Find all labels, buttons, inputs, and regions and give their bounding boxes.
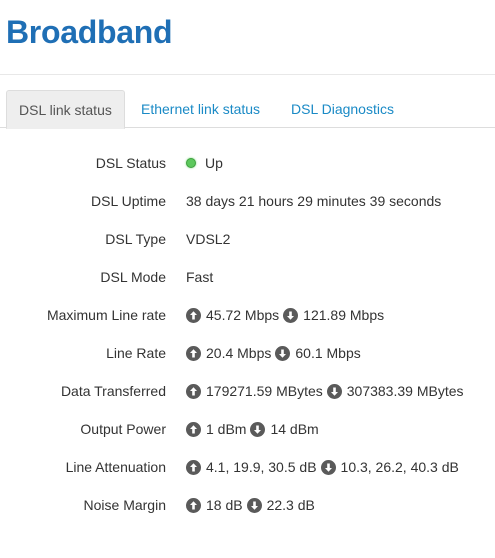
row-max-line-rate: Maximum Line rate 45.72 Mbps 121.89 Mbps	[0, 304, 495, 326]
label-dsl-uptime: DSL Uptime	[91, 193, 166, 209]
label-line-rate: Line Rate	[106, 345, 166, 361]
value-output-power: 1 dBm 14 dBm	[186, 418, 319, 440]
data-transferred-up: 179271.59 MBytes	[206, 383, 323, 399]
label-dsl-type: DSL Type	[105, 231, 166, 247]
value-dsl-uptime: 38 days 21 hours 29 minutes 39 seconds	[186, 193, 442, 209]
page-title: Broadband	[6, 14, 173, 50]
value-noise-margin: 18 dB 22.3 dB	[186, 494, 315, 516]
title-divider	[0, 74, 495, 75]
max-line-rate-down: 121.89 Mbps	[303, 307, 385, 323]
value-dsl-status: Up	[186, 152, 223, 174]
row-dsl-mode: DSL Mode Fast	[0, 266, 495, 288]
tab-bar: DSL link status Ethernet link status DSL…	[0, 90, 495, 129]
label-output-power: Output Power	[80, 421, 166, 437]
label-data-transferred: Data Transferred	[60, 383, 166, 399]
data-transferred-down: 307383.39 MBytes	[346, 383, 464, 399]
arrow-up-circle-icon	[186, 421, 201, 437]
value-dsl-mode: Fast	[186, 269, 214, 285]
line-attenuation-down: 10.3, 26.2, 40.3 dB	[340, 459, 459, 475]
value-line-attenuation: 4.1, 19.9, 30.5 dB 10.3, 26.2, 40.3 dB	[186, 456, 459, 478]
arrow-down-circle-icon	[326, 383, 342, 399]
dsl-status-text: Up	[205, 155, 223, 171]
label-noise-margin: Noise Margin	[83, 497, 166, 513]
arrow-up-circle-icon	[186, 383, 201, 399]
label-dsl-status: DSL Status	[95, 155, 166, 171]
status-indicator-icon	[186, 158, 196, 168]
row-noise-margin: Noise Margin 18 dB 22.3 dB	[0, 494, 495, 516]
arrow-down-circle-icon	[250, 421, 266, 437]
row-output-power: Output Power 1 dBm 14 dBm	[0, 418, 495, 440]
row-line-rate: Line Rate 20.4 Mbps 60.1 Mbps	[0, 342, 495, 364]
row-dsl-status: DSL Status Up	[0, 152, 495, 174]
value-dsl-type: VDSL2	[186, 231, 231, 247]
row-dsl-type: DSL Type VDSL2	[0, 228, 495, 250]
arrow-down-circle-icon	[283, 307, 299, 323]
output-power-down: 14 dBm	[270, 421, 319, 437]
row-data-transferred: Data Transferred 179271.59 MBytes 307383…	[0, 380, 495, 402]
tab-dsl-diagnostics[interactable]: DSL Diagnostics	[279, 90, 406, 128]
label-dsl-mode: DSL Mode	[100, 269, 166, 285]
arrow-up-circle-icon	[186, 459, 201, 475]
tab-dsl-link-status[interactable]: DSL link status	[6, 90, 125, 129]
label-line-attenuation: Line Attenuation	[65, 459, 166, 475]
arrow-up-circle-icon	[186, 307, 201, 323]
output-power-up: 1 dBm	[206, 421, 247, 437]
label-max-line-rate: Maximum Line rate	[46, 307, 166, 323]
line-rate-up: 20.4 Mbps	[206, 345, 272, 361]
line-rate-down: 60.1 Mbps	[295, 345, 361, 361]
arrow-up-circle-icon	[186, 497, 201, 513]
arrow-down-circle-icon	[246, 497, 262, 513]
value-max-line-rate: 45.72 Mbps 121.89 Mbps	[186, 304, 384, 326]
value-line-rate: 20.4 Mbps 60.1 Mbps	[186, 342, 361, 364]
row-line-attenuation: Line Attenuation 4.1, 19.9, 30.5 dB 10.3…	[0, 456, 495, 478]
arrow-down-circle-icon	[275, 345, 291, 361]
noise-margin-up: 18 dB	[206, 497, 243, 513]
arrow-down-circle-icon	[320, 459, 336, 475]
value-data-transferred: 179271.59 MBytes 307383.39 MBytes	[186, 380, 464, 402]
line-attenuation-up: 4.1, 19.9, 30.5 dB	[206, 459, 317, 475]
arrow-up-circle-icon	[186, 345, 201, 361]
row-dsl-uptime: DSL Uptime 38 days 21 hours 29 minutes 3…	[0, 190, 495, 212]
noise-margin-down: 22.3 dB	[266, 497, 315, 513]
max-line-rate-up: 45.72 Mbps	[206, 307, 280, 323]
tab-ethernet-link-status[interactable]: Ethernet link status	[129, 90, 272, 128]
